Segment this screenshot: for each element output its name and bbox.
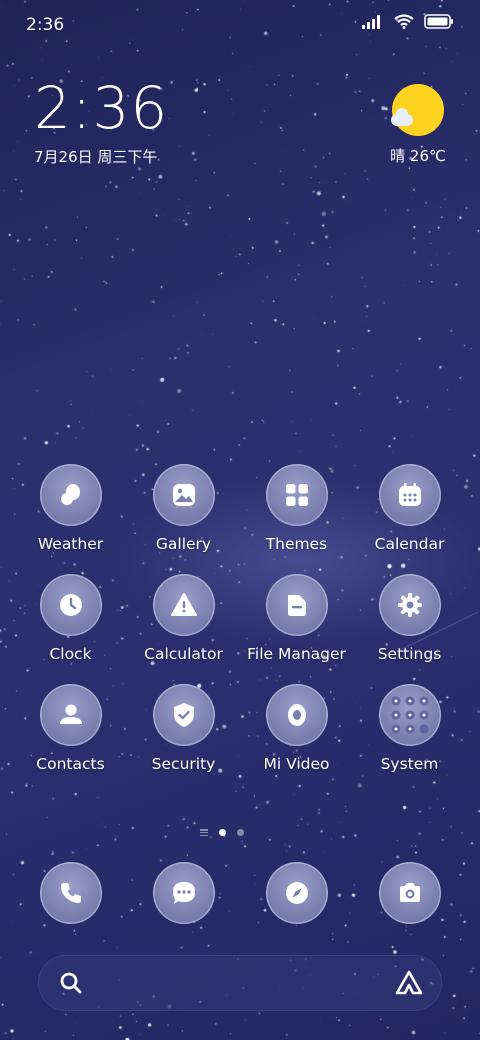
app-weather[interactable]: Weather xyxy=(14,464,127,553)
page-dot xyxy=(237,829,244,836)
app-label: Gallery xyxy=(155,535,212,553)
calculator-icon xyxy=(152,574,215,636)
app-contacts[interactable]: Contacts xyxy=(14,684,127,773)
clock-widget[interactable]: 2:36 7月26日 周三下午 xyxy=(34,76,168,167)
browser-compass-icon[interactable] xyxy=(265,862,328,924)
page-indicator[interactable] xyxy=(200,829,244,836)
status-icons xyxy=(362,14,454,29)
app-grid: Weather Gallery Themes Calendar Clock Ca… xyxy=(14,464,466,773)
app-label: Calculator xyxy=(144,645,223,663)
app-settings[interactable]: Settings xyxy=(353,574,466,663)
app-label: Clock xyxy=(49,645,92,663)
search-bar[interactable] xyxy=(38,955,442,1011)
mi-video-icon xyxy=(265,684,328,746)
app-themes[interactable]: Themes xyxy=(240,464,353,553)
assistant-icon[interactable] xyxy=(394,969,424,997)
app-mi-video[interactable]: Mi Video xyxy=(240,684,353,773)
app-calculator[interactable]: Calculator xyxy=(127,574,240,663)
dock xyxy=(14,862,466,924)
app-file-manager[interactable]: File Manager xyxy=(240,574,353,663)
settings-icon xyxy=(378,574,441,636)
sun-cloud-icon xyxy=(391,84,444,136)
search-icon xyxy=(60,972,82,994)
security-icon xyxy=(152,684,215,746)
app-label: System xyxy=(380,755,439,773)
clock-date: 7月26日 周三下午 xyxy=(34,148,158,166)
app-label: Calendar xyxy=(374,535,445,553)
page-dot-active xyxy=(219,829,226,836)
app-label: File Manager xyxy=(247,645,346,663)
app-security[interactable]: Security xyxy=(127,684,240,773)
app-clock[interactable]: Clock xyxy=(14,574,127,663)
signal-icon xyxy=(362,14,380,29)
app-gallery[interactable]: Gallery xyxy=(127,464,240,553)
app-label: Weather xyxy=(37,535,104,553)
themes-icon xyxy=(265,464,328,526)
contacts-icon xyxy=(39,684,102,746)
gallery-icon xyxy=(152,464,215,526)
app-label: Mi Video xyxy=(263,755,330,773)
system-folder-icon xyxy=(378,684,441,746)
app-label: Settings xyxy=(377,645,442,663)
camera-icon[interactable] xyxy=(378,862,441,924)
app-label: Contacts xyxy=(36,755,105,773)
page-list-icon xyxy=(200,829,208,836)
messages-icon[interactable] xyxy=(152,862,215,924)
app-calendar[interactable]: Calendar xyxy=(353,464,466,553)
weather-icon xyxy=(39,464,102,526)
clock-icon xyxy=(39,574,102,636)
app-label: Themes xyxy=(265,535,328,553)
weather-widget[interactable]: 晴 26℃ xyxy=(390,84,446,165)
file-manager-icon xyxy=(265,574,328,636)
phone-icon[interactable] xyxy=(39,862,102,924)
battery-icon xyxy=(424,14,453,29)
status-bar: 2:36 xyxy=(0,0,480,50)
wifi-icon xyxy=(394,14,414,29)
app-system-folder[interactable]: System xyxy=(353,684,466,773)
status-time: 2:36 xyxy=(26,15,65,35)
calendar-icon xyxy=(378,464,441,526)
weather-text: 晴 26℃ xyxy=(390,147,446,165)
clock-time: 2:36 xyxy=(34,74,169,142)
app-label: Security xyxy=(151,755,216,773)
